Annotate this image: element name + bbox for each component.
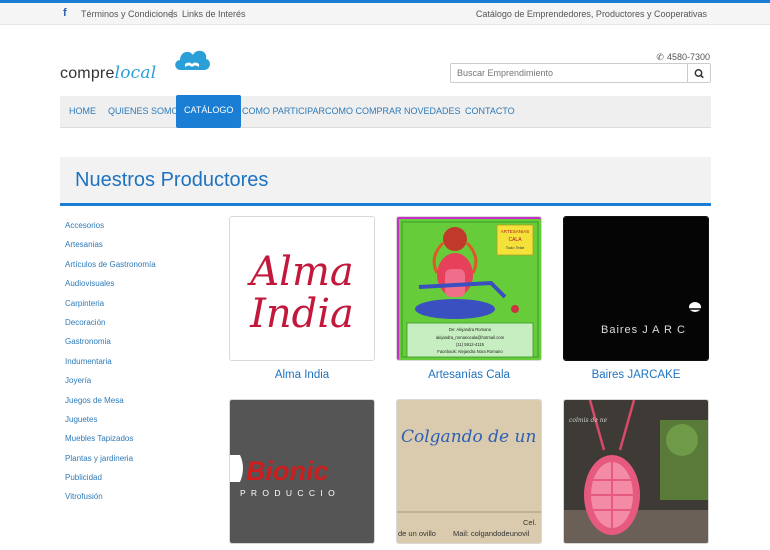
site-logo[interactable]: comprelocal (60, 44, 220, 90)
producer-tile-bionic[interactable]: Bionic P R O D U C C I O (229, 399, 375, 544)
top-bar: f Términos y Condiciones | Links de Inte… (0, 3, 770, 25)
page-heading-box: Nuestros Productores (60, 157, 711, 206)
search-form (450, 63, 711, 83)
search-input[interactable] (450, 63, 688, 83)
logo-wordmark: comprelocal (60, 63, 156, 83)
bionic-sub-text: P R O D U C C I O (240, 488, 336, 498)
producer-name-baires-jarcake[interactable]: Baires JARCAKE (563, 369, 709, 381)
producer-tile-crochet[interactable]: colmis de ne (563, 399, 709, 544)
crochet-watermark: colmis de ne (569, 417, 608, 424)
baires-logo-text: Baires J A R C (601, 324, 686, 336)
category-plantas-jardineria[interactable]: Plantas y jardineria (65, 454, 156, 473)
search-icon (694, 69, 704, 79)
terms-link[interactable]: Términos y Condiciones (81, 9, 178, 19)
category-audiovisuales[interactable]: Audiovisuales (65, 279, 156, 298)
category-juegos-de-mesa[interactable]: Juegos de Mesa (65, 396, 156, 415)
bionic-logo-image: Bionic P R O D U C C I O (230, 400, 374, 543)
phone-icon: ✆ (656, 52, 664, 62)
category-indumentaria[interactable]: Indumentaria (65, 357, 156, 376)
producer-name-alma-india[interactable]: Alma India (229, 369, 375, 381)
site-tagline: Catálogo de Emprendedores, Productores y… (475, 9, 707, 19)
colgando-footer-right: Mail: colgandodeunovil (453, 529, 530, 538)
colgando-footer-left: de un ovillo (398, 529, 436, 538)
category-gastronomia[interactable]: Gastronomia (65, 337, 156, 356)
category-decoracion[interactable]: Decoración (65, 318, 156, 337)
producer-tile-alma-india[interactable]: Alma India (229, 216, 375, 361)
producer-tile-baires-jarcake[interactable]: Baires J A R C (563, 216, 709, 361)
phone-text: 4580-7300 (666, 52, 710, 62)
producer-name-artesanias-cala[interactable]: Artesanías Cala (396, 369, 542, 381)
facebook-icon[interactable]: f (63, 7, 67, 19)
cala-card-line-3: (11) 5912-4115 (456, 342, 485, 347)
page-title: Nuestros Productores (75, 169, 269, 191)
nav-catalogo[interactable]: CATÁLOGO (176, 95, 242, 128)
producer-tile-colgando-de-un-ovillo[interactable]: Colgando de un o Cel. de un ovillo Mail:… (396, 399, 542, 544)
category-list: Accesorios Artesanias Artículos de Gastr… (65, 221, 156, 512)
links-of-interest-link[interactable]: Links de Interés (182, 9, 246, 19)
topbar-separator: | (171, 8, 174, 18)
cala-card-title-1: ARTESANIAS (501, 229, 529, 234)
alma-india-logo-word-2: India (249, 291, 354, 337)
crochet-lantern-image: colmis de ne (564, 400, 708, 543)
colgando-logo-text: Colgando de un o (401, 427, 542, 447)
bionic-logo-text: Bionic (246, 456, 329, 486)
cala-card-line-1: De: Alejandra Romano (449, 327, 492, 332)
nav-home[interactable]: HOME (61, 96, 104, 128)
producer-tile-artesanias-cala[interactable]: ARTESANIAS CALA Todo Telar De: Alejandra… (396, 216, 542, 361)
phone-number: ✆ 4580-7300 (656, 52, 710, 63)
cala-card-line-4: Facebook: Alejandra Nora Romano (437, 349, 503, 354)
category-vitrofusion[interactable]: Vitrofusión (65, 492, 156, 511)
cala-card-title-2: CALA (508, 237, 522, 243)
artesanias-cala-card-image: ARTESANIAS CALA Todo Telar De: Alejandra… (397, 217, 541, 360)
category-artesanias[interactable]: Artesanias (65, 240, 156, 259)
cloud-book-icon (175, 50, 210, 70)
search-button[interactable] (688, 63, 711, 83)
category-accesorios[interactable]: Accesorios (65, 221, 156, 240)
alma-india-logo-image: Alma India (230, 217, 374, 360)
nav-contacto[interactable]: CONTACTO (457, 96, 523, 128)
category-juguetes[interactable]: Juguetes (65, 415, 156, 434)
colgando-cel-text: Cel. (523, 518, 536, 527)
category-carpinteria[interactable]: Carpinteria (65, 299, 156, 318)
logo-wordmark-compre: compre (60, 65, 115, 82)
baires-jarcake-logo-image: Baires J A R C (564, 217, 708, 360)
cala-card-title-3: Todo Telar (506, 245, 525, 250)
category-articulos-gastronomia[interactable]: Artículos de Gastronomía (65, 260, 156, 279)
cala-card-line-2: alejandra_romanocala@hotmail.com (436, 335, 505, 340)
category-publicidad[interactable]: Publicidad (65, 473, 156, 492)
main-nav: HOME QUIENES SOMOS CATÁLOGO COMO PARTICI… (60, 95, 711, 128)
category-muebles-tapizados[interactable]: Muebles Tapizados (65, 434, 156, 453)
logo-wordmark-local: local (114, 63, 157, 83)
alma-india-logo-word-1: Alma (246, 249, 353, 295)
category-joyeria[interactable]: Joyería (65, 376, 156, 395)
colgando-logo-image: Colgando de un o Cel. de un ovillo Mail:… (397, 400, 542, 543)
